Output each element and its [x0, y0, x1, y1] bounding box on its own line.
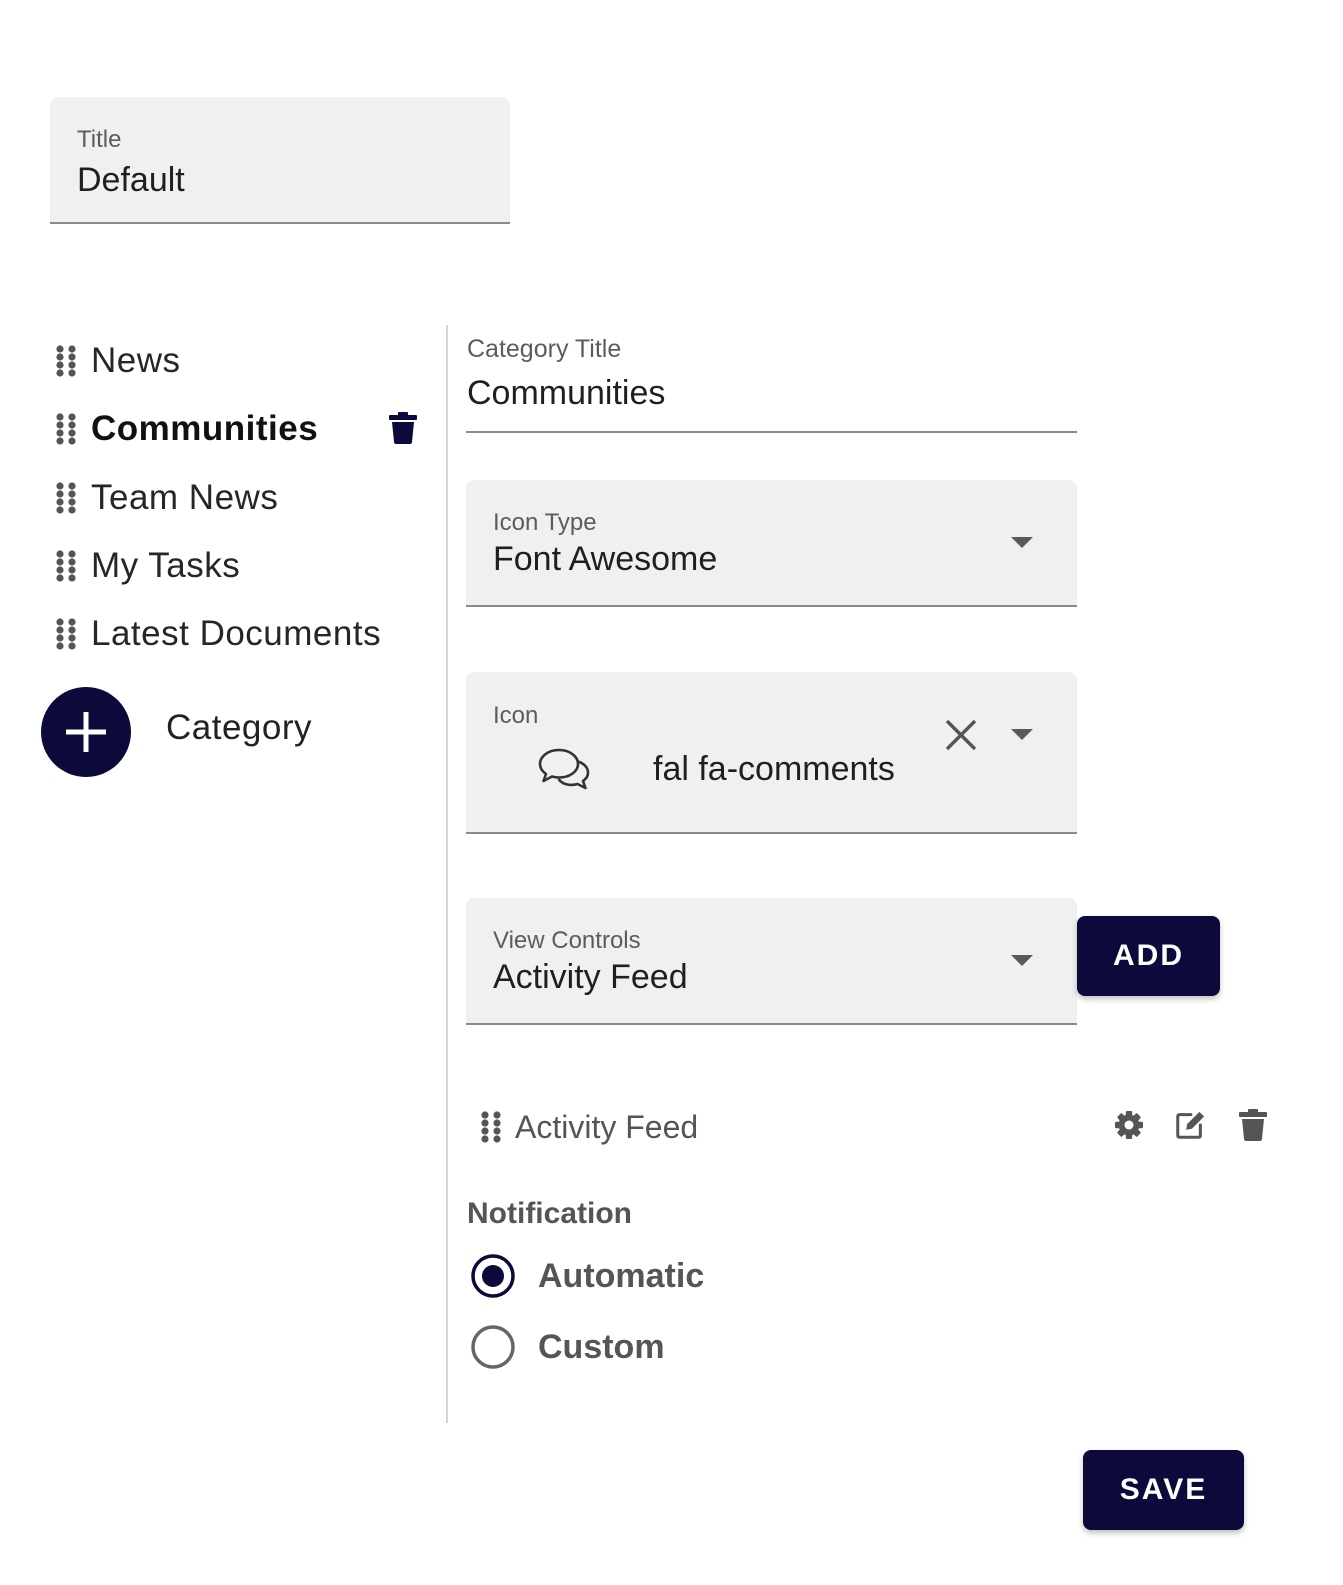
view-control-item-label: Activity Feed	[515, 1108, 699, 1145]
icon-label: Icon	[493, 702, 539, 729]
chevron-down-icon[interactable]	[1011, 537, 1033, 548]
icon-value: fal fa-comments	[653, 750, 895, 788]
comments-icon	[538, 748, 590, 790]
drag-handle-icon[interactable]	[55, 481, 77, 515]
view-controls-label: View Controls	[493, 927, 641, 954]
category-item-my-tasks[interactable]: My Tasks	[55, 541, 240, 591]
category-label: Latest Documents	[91, 614, 382, 653]
radio-custom[interactable]: Custom	[470, 1324, 665, 1370]
trash-icon[interactable]	[1239, 1108, 1267, 1142]
category-title-input[interactable]: Communities	[467, 374, 665, 413]
category-item-communities[interactable]: Communities	[55, 404, 318, 454]
category-title-label: Category Title	[467, 335, 622, 363]
category-label: News	[91, 341, 181, 380]
save-button[interactable]: SAVE	[1083, 1450, 1244, 1530]
category-title-underline	[466, 431, 1077, 433]
drag-handle-icon[interactable]	[55, 549, 77, 583]
radio-checked-icon[interactable]	[470, 1253, 516, 1299]
icon-select[interactable]: Icon fal fa-comments	[466, 672, 1077, 834]
add-view-control-button[interactable]: ADD	[1077, 916, 1220, 996]
title-field-label: Title	[77, 126, 122, 153]
radio-unchecked-icon[interactable]	[470, 1324, 516, 1370]
view-controls-value: Activity Feed	[493, 958, 688, 996]
drag-handle-icon[interactable]	[55, 617, 77, 651]
chevron-down-icon[interactable]	[1011, 729, 1033, 740]
category-label: Team News	[91, 478, 279, 517]
gear-icon[interactable]	[1113, 1108, 1145, 1142]
add-category-button[interactable]	[41, 687, 131, 777]
notification-label: Notification	[467, 1197, 632, 1230]
title-field[interactable]: Title Default	[50, 97, 510, 224]
category-item-latest-documents[interactable]: Latest Documents	[55, 609, 381, 659]
delete-category-trash-icon[interactable]	[389, 412, 417, 444]
category-item-news[interactable]: News	[55, 336, 181, 386]
radio-automatic-label: Automatic	[538, 1256, 705, 1295]
radio-custom-label: Custom	[538, 1327, 665, 1366]
add-category-label: Category	[166, 708, 313, 747]
category-item-team-news[interactable]: Team News	[55, 473, 278, 523]
icon-type-label: Icon Type	[493, 509, 597, 536]
title-field-value[interactable]: Default	[77, 161, 185, 200]
drag-handle-icon[interactable]	[55, 344, 77, 378]
clear-icon[interactable]	[944, 718, 978, 752]
drag-handle-icon[interactable]	[55, 412, 77, 446]
category-label: My Tasks	[91, 546, 241, 585]
view-control-item[interactable]: Activity Feed	[480, 1100, 698, 1154]
edit-icon[interactable]	[1174, 1108, 1206, 1142]
category-label: Communities	[91, 409, 319, 448]
plus-icon	[66, 712, 106, 752]
view-controls-select[interactable]: View Controls Activity Feed	[466, 898, 1077, 1025]
drag-handle-icon[interactable]	[480, 1110, 502, 1144]
icon-type-select[interactable]: Icon Type Font Awesome	[466, 480, 1077, 607]
radio-automatic[interactable]: Automatic	[470, 1253, 704, 1299]
panel-divider	[446, 325, 448, 1423]
icon-type-value: Font Awesome	[493, 540, 718, 578]
chevron-down-icon[interactable]	[1011, 955, 1033, 966]
